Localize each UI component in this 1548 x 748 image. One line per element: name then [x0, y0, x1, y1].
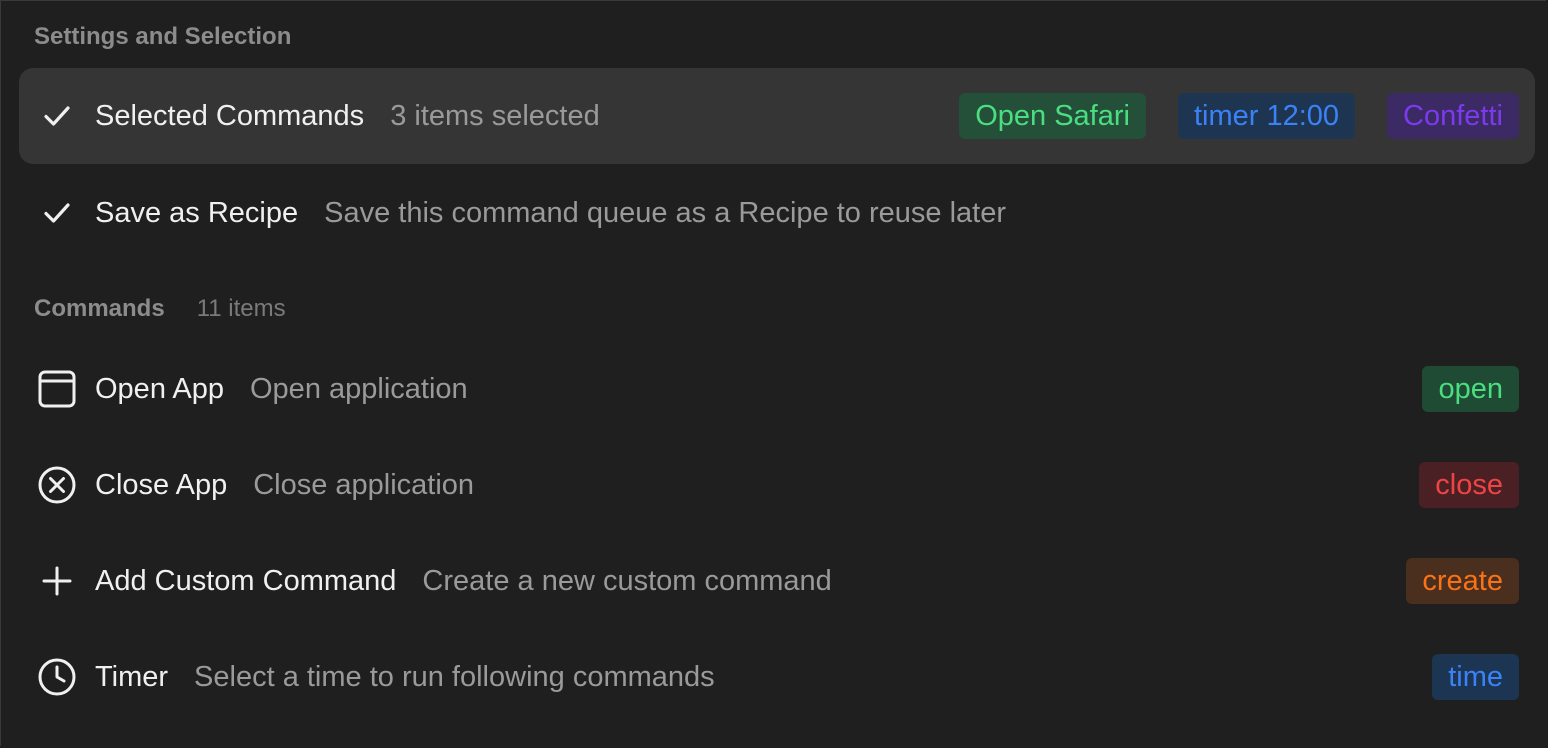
command-title: Open App — [95, 372, 224, 405]
settings-section-header: Settings and Selection — [34, 19, 291, 55]
save-as-recipe-title: Save as Recipe — [95, 196, 299, 229]
command-title: Timer — [95, 660, 169, 693]
command-description: Open application — [250, 372, 468, 405]
save-as-recipe-description: Save this command queue as a Recipe to r… — [324, 196, 1007, 229]
command-title: Add Custom Command — [95, 564, 397, 597]
command-item-add-custom[interactable]: Add Custom Command Create a new custom c… — [19, 533, 1535, 629]
command-description: Close application — [253, 468, 475, 501]
checkmark-icon — [37, 96, 77, 136]
settings-section-title: Settings and Selection — [34, 23, 292, 50]
window-icon — [37, 369, 77, 409]
selected-commands-row[interactable]: Selected Commands 3 items selected Open … — [19, 68, 1535, 164]
command-panel: Settings and Selection Selected Commands… — [0, 0, 1546, 746]
checkmark-icon — [37, 193, 77, 233]
selected-commands-count: 3 items selected — [390, 99, 600, 132]
selected-tag-timer[interactable]: timer 12:00 — [1177, 93, 1356, 139]
commands-count: 11 items — [196, 295, 286, 322]
command-item-open-app[interactable]: Open App Open application open — [19, 341, 1535, 437]
save-as-recipe-row[interactable]: Save as Recipe Save this command queue a… — [19, 165, 1535, 261]
selected-tag-confetti[interactable]: Confetti — [1387, 93, 1519, 139]
command-item-timer[interactable]: Timer Select a time to run following com… — [19, 629, 1535, 725]
command-tag-open: open — [1422, 366, 1519, 412]
clock-icon — [37, 657, 77, 697]
close-circle-icon — [37, 465, 77, 505]
command-title: Close App — [95, 468, 228, 501]
commands-section-header: Commands 11 items — [34, 291, 286, 327]
plus-icon — [37, 561, 77, 601]
command-tag-create: create — [1406, 558, 1519, 604]
commands-section-title: Commands — [34, 295, 165, 322]
command-description: Select a time to run following commands — [194, 660, 715, 693]
command-tag-close: close — [1419, 462, 1519, 508]
selected-commands-title: Selected Commands — [95, 99, 365, 132]
command-tag-time: time — [1432, 654, 1519, 700]
command-item-close-app[interactable]: Close App Close application close — [19, 437, 1535, 533]
command-description: Create a new custom command — [422, 564, 832, 597]
selected-tag-open-safari[interactable]: Open Safari — [959, 93, 1146, 139]
